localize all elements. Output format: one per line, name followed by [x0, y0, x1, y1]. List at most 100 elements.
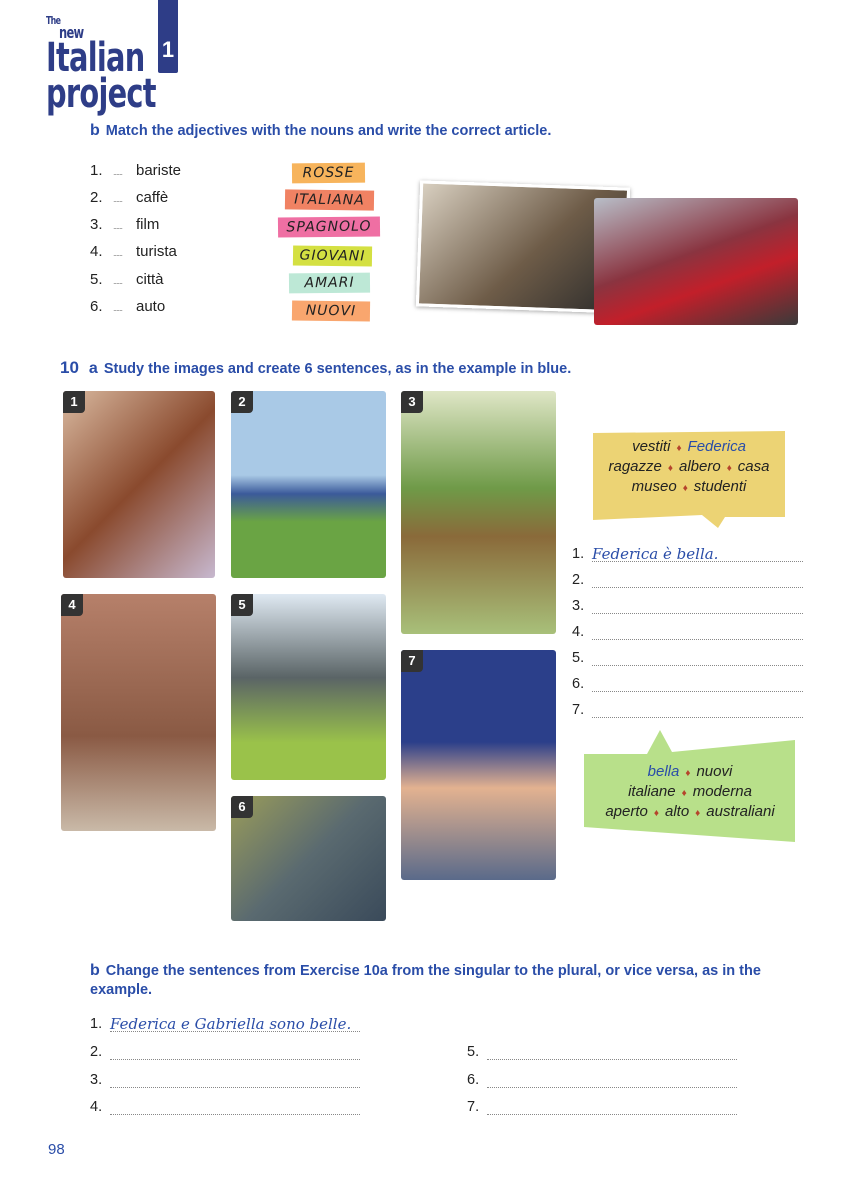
word: alto [664, 803, 690, 820]
answer-line: 4. [90, 1099, 360, 1115]
word: casa [737, 458, 770, 475]
exercise-letter: a [88, 360, 98, 377]
noun: città [136, 271, 164, 288]
answer-line: 7. [467, 1099, 737, 1115]
answer-line: 1. Federica e Gabriella sono belle. [90, 1016, 360, 1032]
line-number: 2. [572, 572, 585, 588]
exercise-letter: b [90, 962, 100, 979]
ex9b-instruction: b Match the adjectives with the nouns and… [90, 122, 551, 140]
answer-blank[interactable]: ...... [113, 221, 136, 231]
line-number: 3. [572, 598, 585, 614]
answer-field[interactable] [487, 1045, 737, 1060]
word: aperto [605, 803, 648, 820]
image-number-badge: 2 [231, 391, 253, 413]
illustration-tall-tree: 3 [401, 391, 556, 634]
word: albero [678, 458, 721, 475]
image-number-badge: 7 [401, 650, 423, 672]
list-item: 4....... turista [90, 243, 177, 260]
line-number: 4. [572, 624, 585, 640]
adjective-tag: ROSSE [291, 162, 366, 184]
adjective-bubble-text: bella ♦ nuovi italiane ♦ moderna aperto ♦ alto… [605, 763, 775, 820]
answer-line: 5. [572, 650, 803, 666]
adjective-tag: ITALIANA [284, 189, 375, 211]
instruction-text: Match the adjectives with the nouns and … [105, 123, 552, 139]
answer-line: 3. [90, 1072, 360, 1088]
illustration-messy-room: 6 [231, 796, 386, 921]
item-number: 1. [90, 162, 103, 179]
line-number: 5. [467, 1044, 480, 1060]
adjective-tag: SPAGNOLO [277, 216, 381, 238]
answer-line: 6. [572, 676, 803, 692]
word: australiani [706, 803, 775, 820]
word: Federica [687, 438, 746, 455]
illustration-girls-jumping: 2 [231, 391, 386, 578]
adjective-tag: GIOVANI [292, 245, 373, 267]
answer-field[interactable]: Federica è bella. [592, 547, 803, 562]
answer-field[interactable] [592, 599, 803, 614]
word: museo [631, 478, 677, 495]
ex10a-instruction: 10 a Study the images and create 6 sentenc… [60, 358, 571, 378]
adjective-tag: AMARI [288, 272, 371, 294]
workbook-page: The new Italian project 1 b Match the adj… [0, 0, 868, 1200]
item-number: 4. [90, 243, 103, 260]
noun: film [136, 216, 160, 233]
answer-blank[interactable]: ...... [113, 303, 136, 313]
answer-field[interactable] [110, 1045, 360, 1060]
answer-blank[interactable]: ...... [113, 167, 136, 177]
list-item: 3....... film [90, 216, 159, 233]
list-item: 2....... caffè [90, 189, 168, 206]
logo-text: project [46, 71, 157, 118]
illustration-museum: 4 [61, 594, 216, 831]
photo-red-cars [594, 198, 798, 325]
answer-field[interactable] [592, 625, 803, 640]
list-item: 6....... auto [90, 298, 165, 315]
answer-field[interactable] [592, 703, 803, 718]
unit-tab: 1 [158, 0, 178, 73]
item-number: 6. [90, 298, 103, 315]
answer-line: 3. [572, 598, 803, 614]
image-number-badge: 1 [63, 391, 85, 413]
line-number: 7. [467, 1099, 480, 1115]
image-number-badge: 3 [401, 391, 423, 413]
noun: auto [136, 298, 166, 315]
answer-blank[interactable]: ...... [113, 194, 136, 204]
noun: caffè [136, 189, 169, 206]
line-number: 6. [572, 676, 585, 692]
answer-field[interactable] [592, 677, 803, 692]
noun-bubble-text: vestiti ♦ Federica ragazze ♦ albero ♦ casa mus… [608, 438, 770, 495]
line-number: 4. [90, 1099, 103, 1115]
answer-field[interactable]: Federica e Gabriella sono belle. [110, 1017, 360, 1032]
line-number: 1. [90, 1016, 103, 1032]
line-number: 1. [572, 546, 585, 562]
instruction-text: Change the sentences from Exercise 10a f… [90, 963, 761, 998]
instruction-text: Study the images and create 6 sentences,… [103, 361, 572, 377]
word: bella [647, 763, 680, 780]
answer-blank[interactable]: ...... [113, 276, 136, 286]
line-number: 7. [572, 702, 585, 718]
answer-field[interactable] [487, 1073, 737, 1088]
word: ragazze [608, 458, 662, 475]
answer-field[interactable] [110, 1100, 360, 1115]
exercise-number: 10 [60, 358, 79, 377]
answer-field[interactable] [110, 1073, 360, 1088]
ex10b-instruction: b Change the sentences from Exercise 10a … [90, 961, 790, 1000]
item-number: 3. [90, 216, 103, 233]
line-number: 6. [467, 1071, 480, 1088]
answer-line: 6. [467, 1072, 737, 1088]
word: vestiti [632, 438, 671, 455]
noun: turista [136, 243, 177, 260]
line-number: 5. [572, 650, 585, 666]
illustration-australian-students: 7 [401, 650, 556, 880]
item-number: 2. [90, 189, 103, 206]
answer-field[interactable] [487, 1100, 737, 1115]
word: italiane [628, 783, 676, 800]
answer-field[interactable] [592, 573, 803, 588]
list-item: 5....... città [90, 271, 164, 288]
answer-line: 7. [572, 702, 803, 718]
line-number: 2. [90, 1044, 103, 1060]
answer-blank[interactable]: ...... [113, 248, 136, 258]
page-number: 98 [48, 1141, 65, 1158]
logo: The new Italian project [46, 15, 157, 118]
answer-field[interactable] [592, 651, 803, 666]
image-number-badge: 4 [61, 594, 83, 616]
